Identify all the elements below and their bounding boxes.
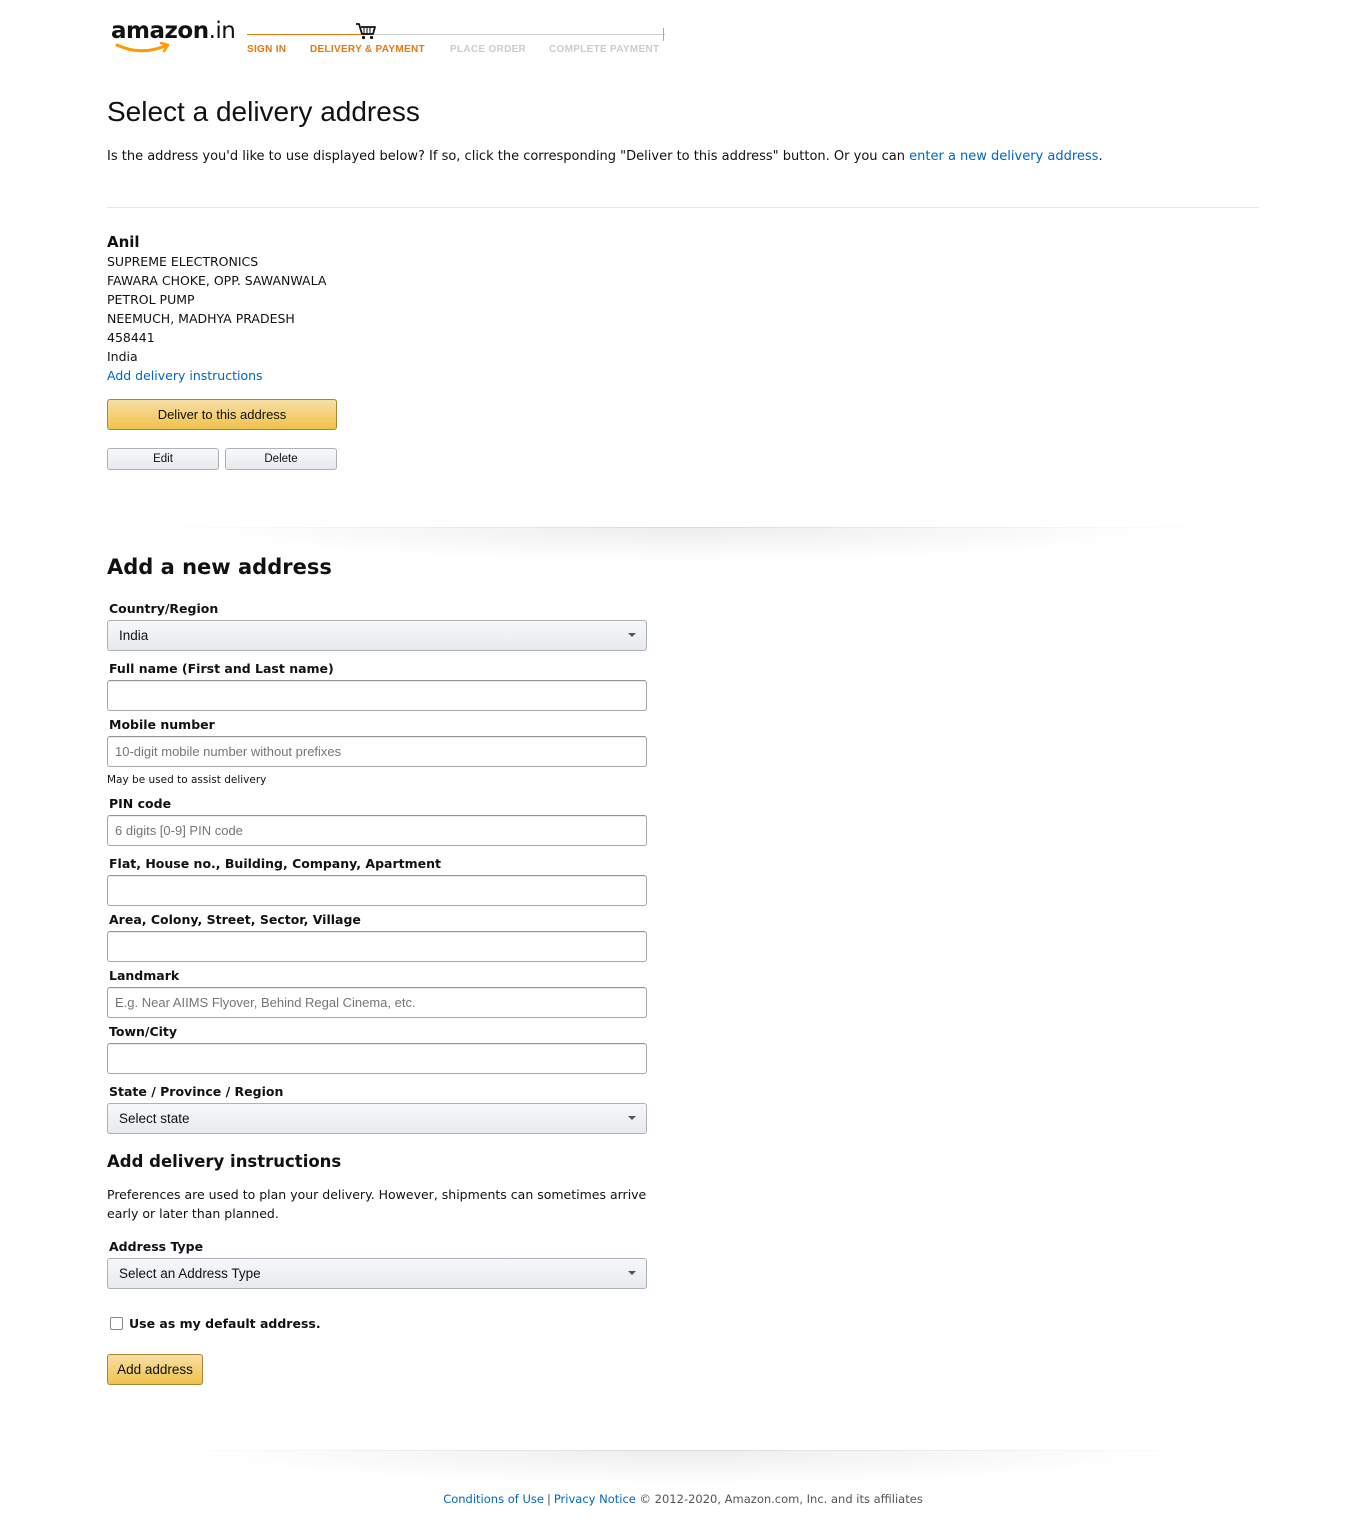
fullname-label: Full name (First and Last name) [109,661,334,676]
page-title: Select a delivery address [107,96,420,127]
step-sign-in: SIGN IN [247,44,287,55]
step-place-order: PLACE ORDER [450,44,527,55]
delivery-instructions-title: Add delivery instructions [107,1152,342,1171]
address-type-value: Select an Address Type [119,1266,261,1281]
add-new-address-title: Add a new address [107,555,332,579]
mobile-input[interactable] [107,736,647,767]
privacy-notice-link[interactable]: Privacy Notice [554,1492,636,1506]
logo-text: amazon [111,18,209,44]
chevron-down-icon [628,633,636,637]
flat-label: Flat, House no., Building, Company, Apar… [109,856,441,871]
address-line: NEEMUCH, MADHYA PRADESH [107,311,295,326]
amazon-logo[interactable]: amazon.in [111,18,236,44]
copyright-text: © 2012-2020, Amazon.com, Inc. and its af… [639,1492,923,1506]
default-address-row[interactable]: Use as my default address. [110,1316,321,1331]
landmark-input[interactable] [107,987,647,1018]
pin-label: PIN code [109,796,172,811]
intro-end: . [1098,149,1103,164]
town-input[interactable] [107,1043,647,1074]
footer: Conditions of Use | Privacy Notice © 2012-… [0,1492,1366,1506]
country-select[interactable]: India [107,620,647,651]
deliver-to-this-address-button[interactable]: Deliver to this address [107,399,337,430]
step-delivery-payment: DELIVERY & PAYMENT [310,44,425,55]
country-value: India [119,628,149,643]
default-address-label[interactable]: Use as my default address. [129,1316,321,1331]
address-type-label: Address Type [109,1239,204,1254]
cart-icon [356,23,376,40]
delete-button[interactable]: Delete [225,448,337,470]
step-complete-payment: COMPLETE PAYMENT [549,44,660,55]
progress-fill [247,34,367,35]
amazon-smile-icon [115,42,170,53]
area-input[interactable] [107,931,647,962]
mobile-label: Mobile number [109,717,215,732]
saved-address-card: Anil SUPREME ELECTRONICS FAWARA CHOKE, O… [107,232,326,385]
progress-endcap [663,28,664,41]
conditions-of-use-link[interactable]: Conditions of Use [443,1492,544,1506]
pin-input[interactable] [107,815,647,846]
country-label: Country/Region [109,601,219,616]
address-line: India [107,349,138,364]
fullname-input[interactable] [107,680,647,711]
state-label: State / Province / Region [109,1084,284,1099]
footer-separator: | [546,1492,551,1506]
enter-new-address-link[interactable]: enter a new delivery address [909,149,1098,164]
address-line: 458441 [107,330,155,345]
logo-suffix: .in [208,18,236,44]
address-line: PETROL PUMP [107,292,195,307]
chevron-down-icon [628,1271,636,1275]
address-name: Anil [107,233,140,251]
add-delivery-instructions-link[interactable]: Add delivery instructions [107,368,263,383]
add-address-button[interactable]: Add address [107,1354,203,1385]
intro-text: Is the address you'd like to use display… [107,149,1103,164]
town-label: Town/City [109,1024,178,1039]
state-value: Select state [119,1111,190,1126]
address-type-select[interactable]: Select an Address Type [107,1258,647,1289]
footer-divider [107,1450,1259,1490]
state-select[interactable]: Select state [107,1103,647,1134]
checkout-progress: SIGN IN DELIVERY & PAYMENT PLACE ORDER C… [247,22,667,62]
delivery-instructions-text: Preferences are used to plan your delive… [107,1187,647,1221]
address-line: FAWARA CHOKE, OPP. SAWANWALA [107,273,327,288]
intro-body: Is the address you'd like to use display… [107,149,910,164]
divider [107,207,1259,208]
chevron-down-icon [628,1116,636,1120]
mobile-hint: May be used to assist delivery [107,774,267,786]
area-label: Area, Colony, Street, Sector, Village [109,912,361,927]
flat-input[interactable] [107,875,647,906]
landmark-label: Landmark [109,968,180,983]
edit-button[interactable]: Edit [107,448,219,470]
default-address-checkbox[interactable] [110,1317,123,1330]
address-line: SUPREME ELECTRONICS [107,254,259,269]
